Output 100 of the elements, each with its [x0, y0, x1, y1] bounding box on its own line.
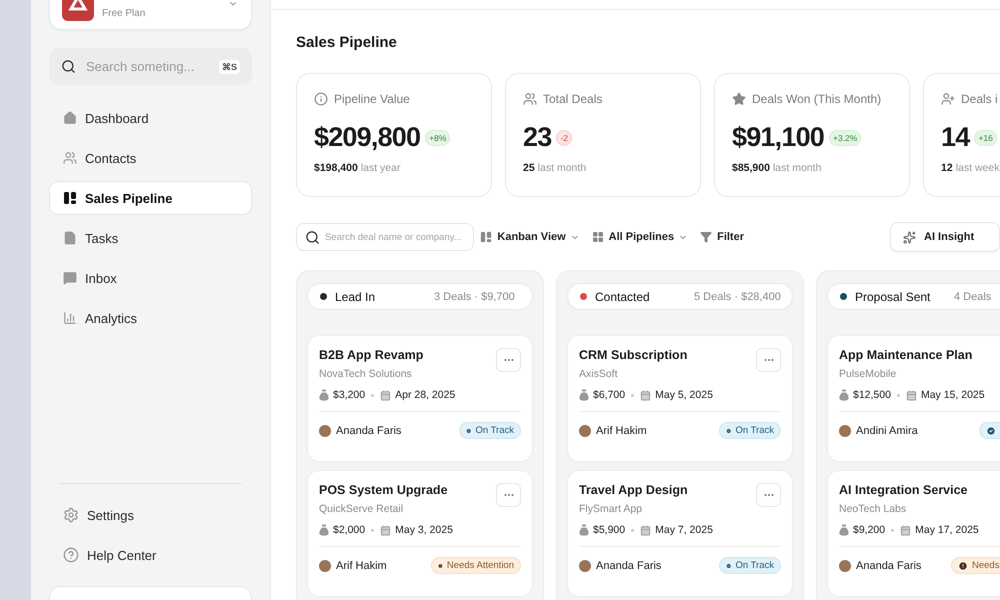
status-label: Needs — [972, 560, 1000, 571]
nav-item[interactable]: Settings — [49, 498, 252, 532]
pipeline-dropdown[interactable]: All Pipelines — [592, 231, 688, 243]
bar-chart-icon — [63, 311, 77, 325]
company-name: AxisSoft — [579, 368, 619, 380]
deal-count: 4 Deals — [954, 290, 992, 302]
nav-item[interactable]: Analytics — [49, 301, 252, 335]
deal-value: $6,700 — [593, 389, 626, 401]
check-icon — [726, 560, 732, 570]
more-button[interactable] — [756, 348, 781, 372]
period-label: last year — [360, 162, 400, 174]
deal-title: B2B App Revamp — [319, 348, 424, 362]
view-dropdown[interactable]: Kanban View — [480, 231, 579, 243]
chat-icon — [63, 271, 77, 285]
nav-item[interactable]: Contacts — [49, 141, 252, 175]
company-name: PulseMobile — [839, 368, 898, 380]
calendar-icon — [640, 390, 652, 400]
more-button[interactable] — [756, 483, 781, 507]
previous-value: 25 — [523, 162, 535, 174]
column-name: Contacted — [595, 290, 650, 304]
deal-date: May 15, 2025 — [920, 389, 985, 401]
owner-name: Andini Amira — [856, 424, 918, 436]
previous-value: $198,400 — [314, 162, 358, 174]
period-label: last month — [538, 162, 586, 174]
nav-item[interactable]: Dashboard — [49, 101, 252, 135]
deal-value: $12,500 — [853, 389, 891, 401]
people-icon — [63, 151, 77, 165]
change-badge: -2 — [556, 130, 572, 146]
more-button[interactable] — [496, 348, 521, 372]
deal-count: 5 Deals · $28,400 — [694, 290, 781, 302]
company-name: NeoTech Labs — [839, 503, 908, 515]
owner-name: Ananda Faris — [856, 560, 922, 572]
stat-value: 14 — [941, 122, 970, 153]
document-icon — [63, 231, 77, 245]
alert-icon — [438, 560, 443, 570]
kanban-icon — [63, 191, 77, 205]
page-title: Sales Pipeline — [296, 34, 398, 53]
star-icon — [732, 92, 746, 106]
deal-card[interactable]: Travel App Design FlySmart App $5,900 May 7, 2025 Ananda Faris On Track — [567, 470, 793, 597]
calendar-icon — [380, 390, 392, 400]
calendar-icon — [640, 524, 652, 536]
search-input[interactable]: Search someting... — [84, 58, 211, 75]
owner-name: Arif Hakim — [336, 560, 387, 572]
search-icon — [61, 59, 76, 74]
deal-count: 3 Deals · $9,700 — [434, 290, 515, 302]
stat-value: 23 — [523, 122, 552, 153]
deal-date: Apr 28, 2025 — [395, 389, 456, 401]
search-field[interactable]: Search someting... ⌘S — [49, 48, 252, 85]
money-bag-icon — [319, 524, 329, 536]
money-bag-icon — [579, 524, 589, 536]
deal-card[interactable]: App Maintenance Plan PulseMobile $12,500 May 15, 2025 Andini Amira — [827, 335, 1000, 462]
more-button[interactable] — [496, 483, 521, 507]
user-plus-icon — [941, 92, 955, 106]
deal-card[interactable]: AI Integration Service NeoTech Labs $9,200 May 17, 2025 Ananda Faris Needs — [827, 470, 1000, 597]
settings-icon — [63, 507, 79, 523]
deal-title: CRM Subscription — [579, 348, 688, 362]
status-label: Needs Attention — [446, 560, 514, 571]
calendar-icon — [906, 390, 917, 400]
deal-title: App Maintenance Plan — [839, 348, 972, 362]
deal-title: AI Integration Service — [839, 483, 968, 497]
column-name: Lead In — [335, 290, 376, 304]
shortcut-key: ⌘S — [218, 60, 240, 74]
nav-item[interactable]: Inbox — [49, 261, 252, 295]
sparkle-icon — [903, 230, 916, 244]
company-name: NovaTech Solutions — [319, 368, 413, 380]
nav-item[interactable]: Help Center — [49, 538, 252, 572]
stat-title: Pipeline Value — [334, 92, 410, 106]
plan-label: Free Plan — [102, 8, 146, 19]
deal-date: May 17, 2025 — [915, 524, 979, 536]
filter-button[interactable]: Filter — [700, 231, 744, 243]
info-icon — [314, 92, 328, 106]
owner-name: Arif Hakim — [596, 424, 647, 436]
search-field[interactable]: Search deal name or company... — [296, 223, 474, 251]
deal-value: $9,200 — [853, 524, 886, 536]
nav-item[interactable]: Sales Pipeline — [49, 181, 252, 215]
avatar — [319, 560, 331, 572]
column-name: Proposal Sent — [855, 290, 930, 304]
company-name: FlySmart App — [579, 503, 644, 515]
status-label: On Track — [735, 560, 774, 571]
change-badge: +8% — [425, 130, 450, 146]
nav-item[interactable]: Tasks — [49, 221, 252, 255]
previous-value: $85,900 — [732, 162, 770, 174]
calendar-icon — [380, 524, 392, 536]
deal-title: Travel App Design — [579, 483, 688, 497]
stat-value: $91,100 — [732, 122, 824, 153]
chevron-down-icon — [679, 233, 688, 241]
search-icon — [305, 230, 320, 244]
deal-card[interactable]: CRM Subscription AxisSoft $6,700 May 5, 2025 Arif Hakim On Track — [567, 335, 793, 462]
alert-icon — [958, 560, 968, 570]
avatar — [319, 424, 331, 436]
deal-card[interactable]: POS System Upgrade QuickServe Retail $2,000 May 3, 2025 Arif Hakim Needs Attention — [307, 470, 533, 597]
check-icon — [726, 426, 732, 436]
check-icon — [986, 426, 996, 436]
deal-value: $2,000 — [333, 524, 366, 536]
deal-card[interactable]: B2B App Revamp NovaTech Solutions $3,200 Apr 28, 2025 Ananda Faris On Track — [307, 335, 533, 462]
company-name: QuickServe Retail — [319, 503, 404, 515]
deal-value: $5,900 — [593, 524, 626, 536]
money-bag-icon — [839, 524, 849, 536]
check-icon — [466, 426, 472, 436]
ai-insight-button[interactable]: AI Insight — [890, 222, 1000, 252]
